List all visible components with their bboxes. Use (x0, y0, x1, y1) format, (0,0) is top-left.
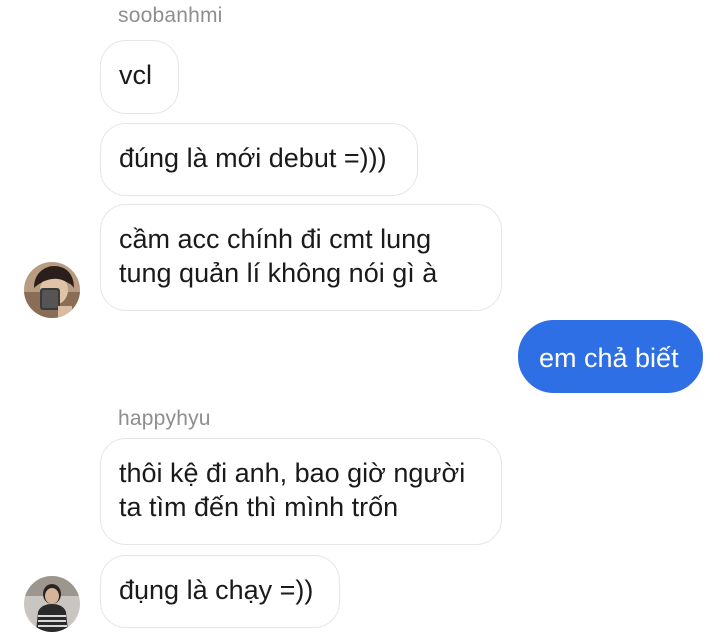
message-text-line: tung quản lí không nói gì à (119, 258, 438, 288)
message-bubble-incoming[interactable]: thôi kệ đi anh, bao giờ người ta tìm đến… (100, 438, 502, 545)
message-text: vcl (119, 60, 152, 90)
message-text-line: ta tìm đến thì mình trốn (119, 492, 399, 522)
message-text: đúng là mới debut =))) (119, 143, 387, 173)
message-text-line: thôi kệ đi anh, bao giờ người (119, 458, 466, 488)
sender-name-happyhyu: happyhyu (118, 407, 211, 430)
user-avatar-photo-soobanhmi[interactable] (24, 262, 80, 318)
message-bubble-outgoing[interactable]: em chả biết (518, 320, 703, 393)
message-bubble-incoming[interactable]: đụng là chạy =)) (100, 555, 340, 628)
message-bubble-incoming[interactable]: đúng là mới debut =))) (100, 123, 418, 196)
message-text-line: cầm acc chính đi cmt lung (119, 224, 432, 254)
avatar-image-icon (24, 262, 80, 318)
message-bubble-incoming[interactable]: cầm acc chính đi cmt lung tung quản lí k… (100, 204, 502, 311)
sender-name-soobanhmi: soobanhmi (118, 4, 223, 27)
user-avatar-photo-happyhyu[interactable] (24, 576, 80, 632)
chat-thread: soobanhmi vcl đúng là mới debut =))) cầm… (0, 0, 720, 637)
message-bubble-incoming[interactable]: vcl (100, 40, 179, 114)
message-text: em chả biết (539, 343, 679, 373)
avatar-image-icon (24, 576, 80, 632)
message-text: đụng là chạy =)) (119, 575, 314, 605)
